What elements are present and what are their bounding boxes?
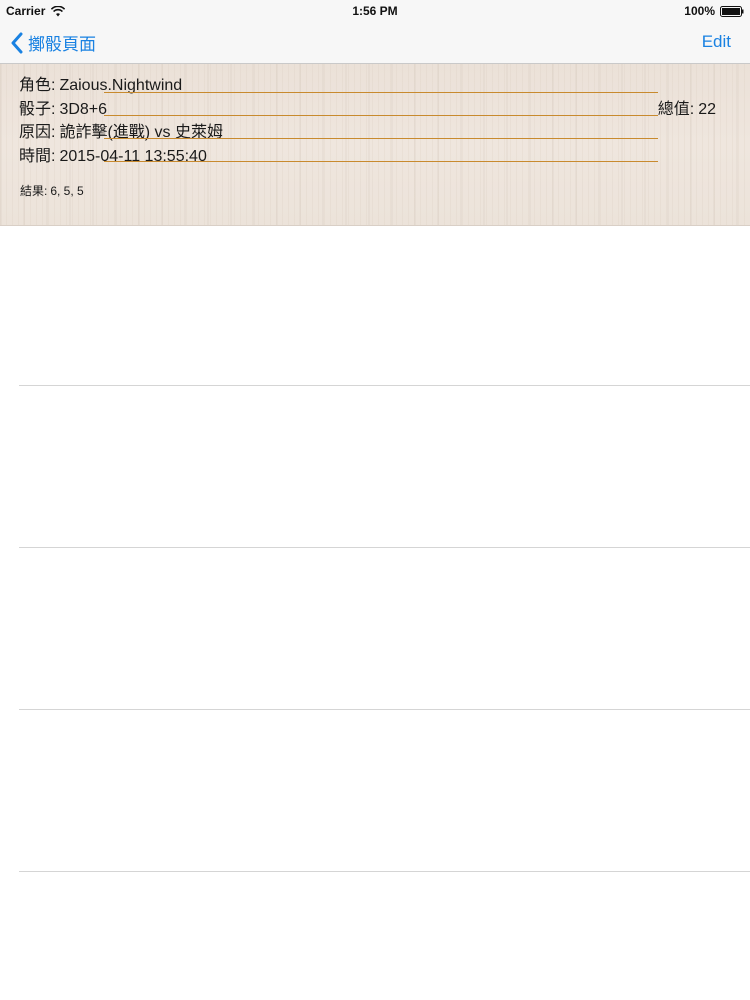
- dice-underline: [104, 115, 658, 116]
- total-label: 總值:: [657, 101, 695, 118]
- battery-fill: [722, 7, 740, 15]
- reason-underline: [104, 138, 658, 139]
- dice-row: 骰子: 3D8+6: [19, 95, 107, 119]
- character-label: 角色:: [19, 77, 56, 94]
- edit-button[interactable]: Edit: [702, 32, 731, 52]
- dice-label: 骰子:: [19, 101, 56, 118]
- result-value: 6, 5, 5: [50, 184, 84, 198]
- back-button[interactable]: 擲骰頁面: [10, 30, 96, 55]
- total-value: 22: [698, 101, 716, 118]
- status-bar: Carrier 1:56 PM 100%: [0, 0, 750, 22]
- character-underline: [104, 92, 658, 93]
- status-right: 100%: [684, 4, 744, 18]
- time-underline: [104, 161, 658, 162]
- time-row: 時間: 2015-04-11 13:55:40: [19, 142, 207, 166]
- table-row-separator: [19, 385, 750, 386]
- table-row-separator: [19, 709, 750, 710]
- total-display: 總值: 22: [658, 95, 716, 119]
- reason-label: 原因:: [19, 124, 56, 141]
- result-label: 結果:: [20, 184, 48, 198]
- battery-icon: [720, 5, 744, 17]
- navigation-bar: 擲骰頁面 Edit: [0, 22, 750, 64]
- battery-percent: 100%: [684, 4, 715, 18]
- table-row-separator: [19, 547, 750, 548]
- table-row-separator: [19, 871, 750, 872]
- time-value: 2015-04-11 13:55:40: [59, 148, 207, 165]
- chevron-left-icon: [11, 32, 23, 53]
- result-row: 結果: 6, 5, 5: [20, 182, 84, 199]
- dice-value: 3D8+6: [59, 101, 108, 118]
- back-button-label: 擲骰頁面: [28, 35, 96, 54]
- status-time: 1:56 PM: [352, 4, 398, 18]
- roll-detail-card: 角色: Zaious.Nightwind 骰子: 3D8+6 總值: 22 原因: 詭詐…: [0, 64, 750, 226]
- time-label: 時間:: [19, 148, 56, 165]
